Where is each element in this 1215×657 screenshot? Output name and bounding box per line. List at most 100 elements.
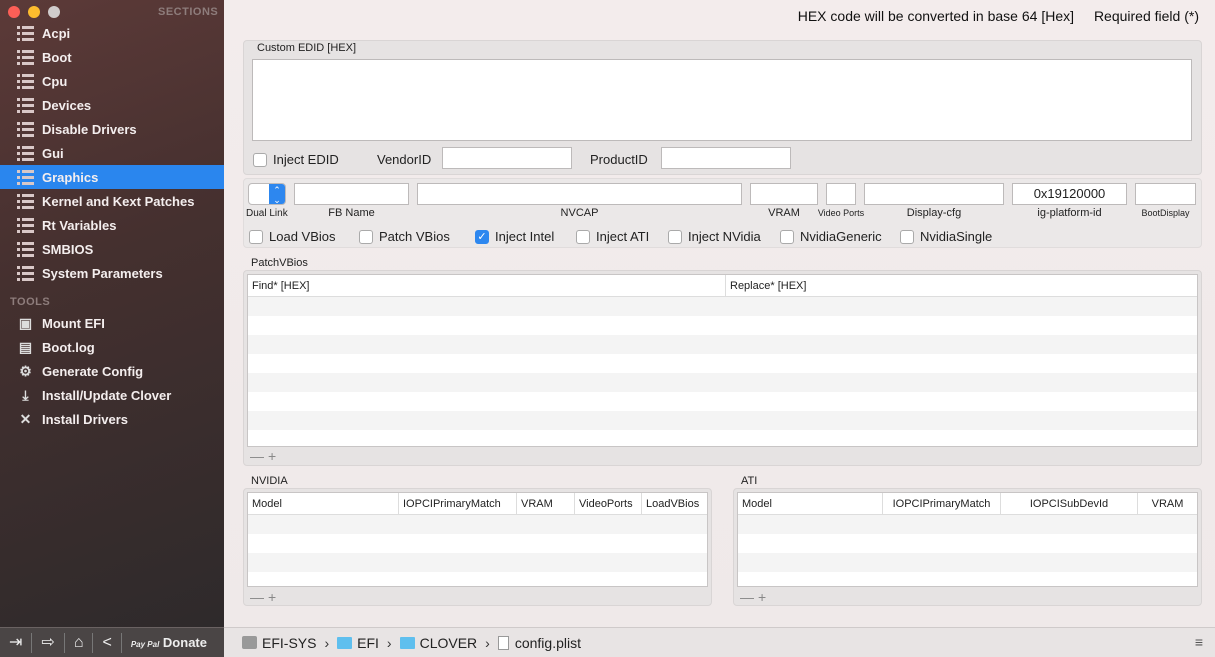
ati-add-button[interactable]: +	[758, 589, 770, 605]
list-icon	[17, 49, 34, 65]
table-row[interactable]	[248, 411, 1197, 430]
checkbox-box	[780, 229, 794, 244]
add-row-button[interactable]: +	[268, 448, 280, 464]
table-row[interactable]	[248, 354, 1197, 373]
column-header-vram[interactable]: VRAM	[1138, 493, 1197, 514]
home-icon[interactable]: ⌂	[65, 632, 94, 653]
table-row[interactable]	[248, 297, 1197, 316]
table-row[interactable]	[248, 534, 707, 553]
nvidiasingle-checkbox[interactable]: NvidiaSingle	[900, 229, 992, 244]
sidebar-item-acpi[interactable]: Acpi	[0, 21, 224, 45]
tool-item-label: Mount EFI	[42, 315, 105, 331]
path-item-efi-sys[interactable]: EFI-SYS	[242, 635, 316, 651]
patch-vbios-checkbox[interactable]: Patch VBios	[359, 229, 450, 244]
display-cfg-input[interactable]	[864, 183, 1004, 205]
product-id-input[interactable]	[661, 147, 791, 169]
column-header-loadvbios[interactable]: LoadVBios	[642, 493, 707, 514]
donate-button[interactable]: Pay Pal Donate	[122, 633, 216, 653]
sidebar-item-graphics[interactable]: Graphics	[0, 165, 224, 189]
nvidia-remove-button[interactable]: —	[250, 589, 268, 605]
load-vbios-checkbox[interactable]: Load VBios	[249, 229, 336, 244]
column-header-model[interactable]: Model	[738, 493, 883, 514]
remove-row-button[interactable]: —	[250, 448, 268, 464]
inject-intel-checkbox[interactable]: ✓ Inject Intel	[475, 229, 554, 244]
inject-edid-checkbox[interactable]: Inject EDID	[253, 152, 339, 167]
import-icon[interactable]: ⇥	[0, 632, 33, 653]
fb-name-input[interactable]	[294, 183, 409, 205]
nvidia-table[interactable]: Model IOPCIPrimaryMatch VRAM VideoPorts Load…	[247, 492, 708, 587]
ig-platform-id-input[interactable]: 0x19120000	[1012, 183, 1127, 205]
path-item-clover[interactable]: CLOVER	[399, 634, 478, 651]
column-header-iopciprimarymatch[interactable]: IOPCIPrimaryMatch	[883, 493, 1001, 514]
table-row[interactable]	[248, 515, 707, 534]
table-row[interactable]	[248, 316, 1197, 335]
share-icon[interactable]: <	[93, 632, 122, 653]
column-header-vram[interactable]: VRAM	[517, 493, 575, 514]
sidebar-item-rt-variables[interactable]: Rt Variables	[0, 213, 224, 237]
nvidiageneric-checkbox[interactable]: NvidiaGeneric	[780, 229, 882, 244]
boot-display-input[interactable]	[1135, 183, 1196, 205]
table-row[interactable]	[738, 515, 1197, 534]
menu-icon[interactable]: ≡	[1195, 634, 1203, 650]
tool-item-mount-efi[interactable]: ▣ Mount EFI	[0, 311, 224, 335]
path-item-config-plist[interactable]: config.plist	[497, 635, 581, 651]
checkbox-box	[576, 229, 590, 244]
sidebar-item-cpu[interactable]: Cpu	[0, 69, 224, 93]
table-row[interactable]	[248, 553, 707, 572]
list-icon	[17, 265, 34, 281]
tool-item-install-drivers[interactable]: ✕ Install Drivers	[0, 407, 224, 431]
vendor-id-input[interactable]	[442, 147, 572, 169]
nvidia-add-button[interactable]: +	[268, 589, 280, 605]
sidebar-item-smbios[interactable]: SMBIOS	[0, 237, 224, 261]
close-button[interactable]	[8, 6, 20, 18]
table-row[interactable]	[738, 553, 1197, 572]
inject-edid-label: Inject EDID	[273, 152, 339, 167]
ati-table[interactable]: Model IOPCIPrimaryMatch IOPCISubDevId VRAM	[737, 492, 1198, 587]
patchvbios-table[interactable]: Find* [HEX] Replace* [HEX]	[247, 274, 1198, 447]
custom-edid-input[interactable]	[252, 59, 1192, 141]
zoom-button[interactable]	[48, 6, 60, 18]
table-row[interactable]	[248, 335, 1197, 354]
main-panel: HEX code will be converted in base 64 [H…	[224, 0, 1215, 627]
nvidia-label: NVIDIA	[251, 475, 288, 487]
list-icon	[17, 217, 34, 233]
checkbox-box	[253, 152, 267, 167]
sidebar-item-kernel-and-kext-patches[interactable]: Kernel and Kext Patches	[0, 189, 224, 213]
dual-link-select[interactable]: ⌃ ⌄	[248, 183, 286, 205]
sidebar-item-gui[interactable]: Gui	[0, 141, 224, 165]
chevron-right-icon: ›	[324, 634, 330, 651]
table-row[interactable]	[248, 430, 1197, 449]
column-header-find[interactable]: Find* [HEX]	[248, 275, 726, 296]
inject-ati-checkbox[interactable]: Inject ATI	[576, 229, 649, 244]
sidebar-item-disable-drivers[interactable]: Disable Drivers	[0, 117, 224, 141]
sidebar-item-boot[interactable]: Boot	[0, 45, 224, 69]
column-header-iopciprimarymatch[interactable]: IOPCIPrimaryMatch	[399, 493, 517, 514]
tool-item-install-update-clover[interactable]: ⤓ Install/Update Clover	[0, 383, 224, 407]
ati-remove-button[interactable]: —	[740, 589, 758, 605]
tool-item-generate-config[interactable]: ⚙ Generate Config	[0, 359, 224, 383]
inject-nvidia-checkbox[interactable]: Inject NVidia	[668, 229, 761, 244]
minimize-button[interactable]	[28, 6, 40, 18]
column-header-model[interactable]: Model	[248, 493, 399, 514]
tool-item-boot-log[interactable]: ▤ Boot.log	[0, 335, 224, 359]
column-header-replace[interactable]: Replace* [HEX]	[726, 275, 1197, 296]
sidebar-item-label: Boot	[42, 49, 72, 65]
table-row[interactable]	[738, 534, 1197, 553]
sidebar-item-devices[interactable]: Devices	[0, 93, 224, 117]
path-item-efi[interactable]: EFI	[337, 635, 379, 651]
column-header-iopcisubdevid[interactable]: IOPCISubDevId	[1001, 493, 1138, 514]
nvcap-input[interactable]	[417, 183, 742, 205]
vram-input[interactable]	[750, 183, 818, 205]
video-ports-input[interactable]	[826, 183, 856, 205]
disk-icon	[242, 636, 257, 649]
table-row[interactable]	[248, 373, 1197, 392]
chevron-right-icon: ›	[485, 634, 490, 651]
table-row[interactable]	[248, 392, 1197, 411]
sidebar: SECTIONS Acpi Boot Cpu Devices Disable Drive…	[0, 0, 224, 627]
folder-icon	[399, 636, 415, 649]
sidebar-item-system-parameters[interactable]: System Parameters	[0, 261, 224, 285]
column-header-videoports[interactable]: VideoPorts	[575, 493, 642, 514]
tool-item-label: Generate Config	[42, 363, 144, 379]
export-icon[interactable]: ⇨	[32, 632, 65, 653]
path-label: CLOVER	[419, 634, 478, 651]
